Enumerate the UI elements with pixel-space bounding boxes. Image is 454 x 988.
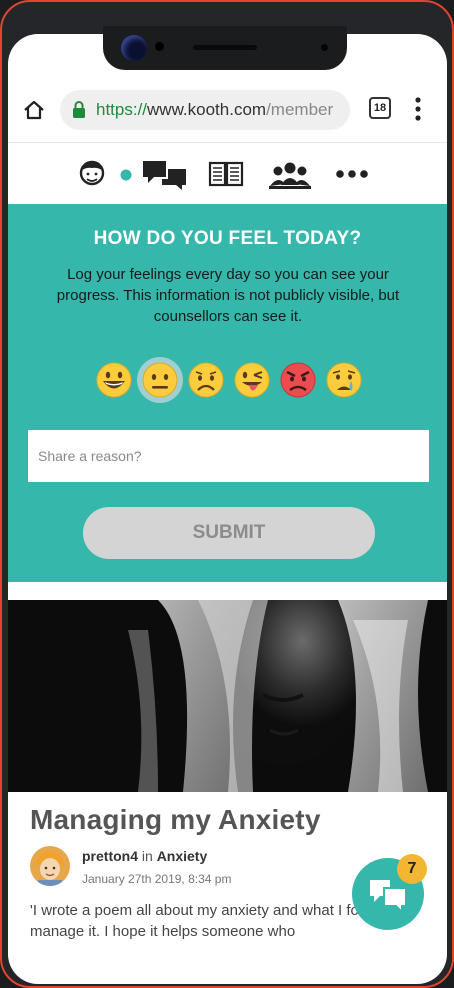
mood-tracker-panel: HOW DO YOU FEEL TODAY? Log your feelings… — [8, 204, 447, 582]
article-title[interactable]: Managing my Anxiety — [30, 804, 321, 836]
submit-mood-button[interactable]: SUBMIT — [83, 507, 375, 559]
active-indicator-dot — [120, 169, 132, 181]
author-avatar[interactable] — [30, 846, 70, 886]
messages-icon[interactable] — [140, 157, 188, 191]
tab-switcher-button[interactable]: 18 — [369, 97, 391, 119]
grinning-face-icon[interactable] — [94, 360, 134, 400]
magazine-icon[interactable] — [208, 157, 244, 191]
avatar-image — [30, 846, 70, 886]
community-icon[interactable] — [266, 157, 314, 191]
url-text: https://www.kooth.com/member — [96, 100, 333, 120]
more-icon[interactable] — [334, 157, 370, 191]
earpiece-speaker — [193, 45, 257, 50]
article-cover-image[interactable] — [8, 600, 447, 792]
lock-icon — [73, 101, 85, 118]
article-photo — [8, 600, 447, 792]
url-path: /member — [266, 100, 334, 119]
share-reason-input[interactable] — [28, 430, 429, 482]
address-bar[interactable]: https://www.kooth.com/member — [60, 90, 350, 130]
author-name-link[interactable]: pretton4 — [82, 848, 138, 864]
front-camera — [121, 35, 147, 61]
neutral-face-icon[interactable] — [140, 360, 180, 400]
category-link[interactable]: Anxiety — [157, 848, 208, 864]
chat-notification-badge: 7 — [397, 854, 427, 884]
mood-description: Log your feelings every day so you can s… — [56, 266, 400, 325]
angry-face-icon[interactable] — [278, 360, 318, 400]
article-date: January 27th 2019, 8:34 pm — [82, 872, 232, 886]
in-label: in — [141, 848, 153, 864]
winking-tongue-face-icon[interactable] — [232, 360, 272, 400]
mood-title: HOW DO YOU FEEL TODAY? — [93, 228, 362, 249]
author-line: pretton4 in Anxiety — [82, 848, 207, 864]
home-icon[interactable] — [22, 98, 46, 122]
profile-icon[interactable] — [78, 157, 106, 191]
url-scheme: https:// — [96, 100, 148, 119]
sensor — [155, 42, 164, 51]
url-host: www.kooth.com — [147, 100, 267, 119]
browser-toolbar: https://www.kooth.com/member 18 — [8, 82, 447, 142]
mood-emoji-selector — [94, 360, 374, 402]
overflow-menu-icon[interactable] — [414, 96, 422, 122]
app-navigation — [8, 142, 447, 204]
worried-face-icon[interactable] — [186, 360, 226, 400]
phone-screen: https://www.kooth.com/member 18 HOW DO Y… — [8, 34, 447, 984]
phone-notch — [103, 26, 347, 70]
sensor — [321, 44, 328, 51]
crying-face-icon[interactable] — [324, 360, 364, 400]
